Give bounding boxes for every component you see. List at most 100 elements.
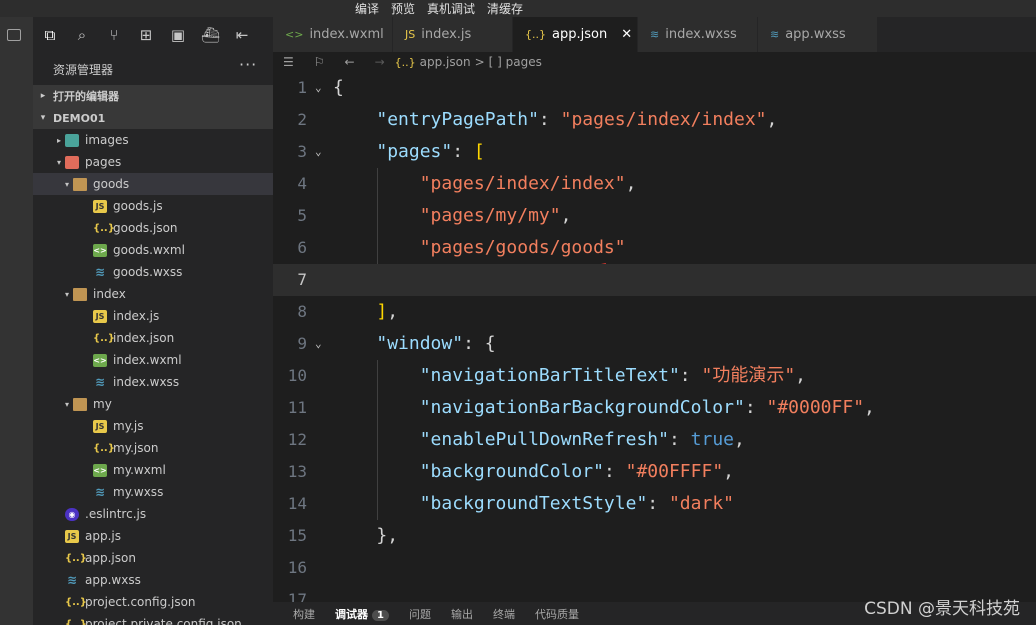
code-line[interactable]: 8 ], [273, 296, 1036, 328]
extensions-icon[interactable]: ⊞ [137, 26, 155, 44]
tree-item[interactable]: ▾ index [33, 283, 273, 305]
tab-app-wxss[interactable]: ≋ app.wxss [758, 17, 878, 52]
forward-arrow-icon[interactable]: → [375, 55, 385, 69]
code-text: "entryPagePath": "pages/index/index", [333, 104, 777, 136]
close-icon[interactable]: ✕ [621, 27, 632, 42]
menu-item-2[interactable]: 真机调试 [427, 2, 475, 16]
panel-tab-2[interactable]: 问题 [409, 606, 431, 622]
tree-item[interactable]: {..} goods.json [33, 217, 273, 239]
line-number: 15 [287, 526, 307, 545]
code-line[interactable]: 12 "enablePullDownRefresh": true, [273, 424, 1036, 456]
tree-item[interactable]: <> my.wxml [33, 459, 273, 481]
code-line[interactable]: 10 "navigationBarTitleText": "功能演示", [273, 360, 1036, 392]
line-number: 1 [297, 78, 307, 97]
tree-item[interactable]: ▾ pages [33, 151, 273, 173]
tree-item[interactable]: {..} index.json [33, 327, 273, 349]
tree-item[interactable]: ▾ my [33, 393, 273, 415]
code-line[interactable]: 13 "backgroundColor": "#00FFFF", [273, 456, 1036, 488]
code-line[interactable]: 6 "pages/goods/goods" [273, 232, 1036, 264]
tree-item[interactable]: {..} project.private.config.json [33, 613, 273, 625]
code-text: "pages/my/my", [333, 200, 572, 232]
tree-item-label: goods.js [113, 199, 163, 213]
tree-item[interactable]: ≋ app.wxss [33, 569, 273, 591]
bookmark-icon[interactable]: ⚐ [314, 55, 325, 69]
collapse-panel-icon[interactable]: ⇤ [233, 26, 251, 44]
panel-tab-4[interactable]: 终端 [493, 606, 515, 622]
tree-item[interactable]: ≋ index.wxss [33, 371, 273, 393]
panel-tab-5[interactable]: 代码质量 [535, 606, 579, 622]
panel-tab-label: 构建 [293, 607, 315, 621]
breadcrumb-file[interactable]: app.json [420, 55, 471, 69]
tree-item[interactable]: {..} my.json [33, 437, 273, 459]
code-line[interactable]: 7 [273, 264, 1036, 296]
explorer-title: 资源管理器 [53, 63, 114, 77]
count-badge: 1 [372, 609, 389, 621]
tree-item[interactable]: JS app.js [33, 525, 273, 547]
panel-tab-1[interactable]: 调试器 1 [335, 606, 389, 622]
menu-item-0[interactable]: 编译 [355, 2, 379, 16]
list-icon[interactable]: ☰ [283, 55, 294, 69]
tree-item[interactable]: ≋ goods.wxss [33, 261, 273, 283]
fold-chevron-icon[interactable]: ⌄ [315, 72, 322, 104]
open-editors-section[interactable]: ▸ 打开的编辑器 [33, 85, 273, 107]
tab-index-js[interactable]: JS index.js [393, 17, 513, 52]
tab-index-wxss[interactable]: ≋ index.wxss [638, 17, 758, 52]
code-text: "pages": [ [333, 136, 484, 168]
code-line[interactable]: 14 "backgroundTextStyle": "dark" [273, 488, 1036, 520]
search-icon[interactable]: ⌕ [73, 26, 91, 44]
code-editor[interactable]: 1 ⌄ {2 "entryPagePath": "pages/index/index… [273, 72, 1036, 609]
code-line[interactable]: 3 ⌄ "pages": [ [273, 136, 1036, 168]
code-line[interactable]: 5 "pages/my/my", [273, 200, 1036, 232]
tree-item[interactable]: {..} project.config.json [33, 591, 273, 613]
source-control-icon[interactable]: ⑂ [105, 26, 123, 44]
tab-index-wxml[interactable]: <> index.wxml [273, 17, 393, 52]
window-icon[interactable] [7, 29, 21, 41]
tree-item[interactable]: ▾ goods [33, 173, 273, 195]
project-section[interactable]: ▾ DEMO01 [33, 107, 273, 129]
chevron-right-icon: ▸ [40, 91, 46, 101]
debug-icon[interactable]: ▣ [169, 26, 187, 44]
tree-item[interactable]: ◉ .eslintrc.js [33, 503, 273, 525]
tree-item[interactable]: <> goods.wxml [33, 239, 273, 261]
panel-tab-label: 问题 [408, 607, 431, 621]
fold-chevron-icon[interactable]: ⌄ [315, 136, 322, 168]
back-arrow-icon[interactable]: ← [345, 55, 355, 69]
panel-tab-3[interactable]: 输出 [451, 606, 473, 622]
docker-icon[interactable]: ⛴ [201, 26, 220, 44]
tab-app-json[interactable]: {..} app.json ✕ [513, 17, 638, 52]
tree-item[interactable]: ≋ my.wxss [33, 481, 273, 503]
tree-item[interactable]: JS goods.js [33, 195, 273, 217]
chevron-down-icon: ▾ [64, 289, 69, 299]
line-number: 2 [297, 110, 307, 129]
code-line[interactable]: 9 ⌄ "window": { [273, 328, 1036, 360]
code-line[interactable]: 2 "entryPagePath": "pages/index/index", [273, 104, 1036, 136]
code-token: "dark" [668, 493, 734, 514]
tree-item[interactable]: JS my.js [33, 415, 273, 437]
files-icon[interactable]: ⧉ [41, 26, 59, 44]
tree-item[interactable]: {..} app.json [33, 547, 273, 569]
tree-item[interactable]: <> index.wxml [33, 349, 273, 371]
code-line[interactable]: 15 }, [273, 520, 1036, 552]
code-token: "功能演示" [701, 365, 796, 386]
code-line[interactable]: 16 [273, 552, 1036, 584]
chevron-right-icon: ▸ [56, 135, 61, 145]
tab-label: index.wxml [309, 27, 384, 42]
code-line[interactable]: 4 "pages/index/index", [273, 168, 1036, 200]
tree-item-label: index.js [113, 309, 160, 323]
tree-item-label: my.wxss [113, 485, 164, 499]
code-line[interactable]: 11 "navigationBarBackgroundColor": "#000… [273, 392, 1036, 424]
more-actions-icon[interactable]: ··· [239, 55, 257, 74]
panel-tab-0[interactable]: 构建 [293, 606, 315, 622]
tree-item[interactable]: ▸ images [33, 129, 273, 151]
menu-item-3[interactable]: 清缓存 [487, 2, 523, 16]
tree-item-label: index.wxml [113, 353, 182, 367]
tree-item[interactable]: JS index.js [33, 305, 273, 327]
tree-item-label: app.wxss [85, 573, 141, 587]
fold-chevron-icon[interactable]: ⌄ [315, 328, 322, 360]
menu-item-1[interactable]: 预览 [391, 2, 415, 16]
line-number: 6 [297, 238, 307, 257]
code-line[interactable]: 1 ⌄ { [273, 72, 1036, 104]
breadcrumb-node[interactable]: [ ] pages [489, 55, 542, 69]
